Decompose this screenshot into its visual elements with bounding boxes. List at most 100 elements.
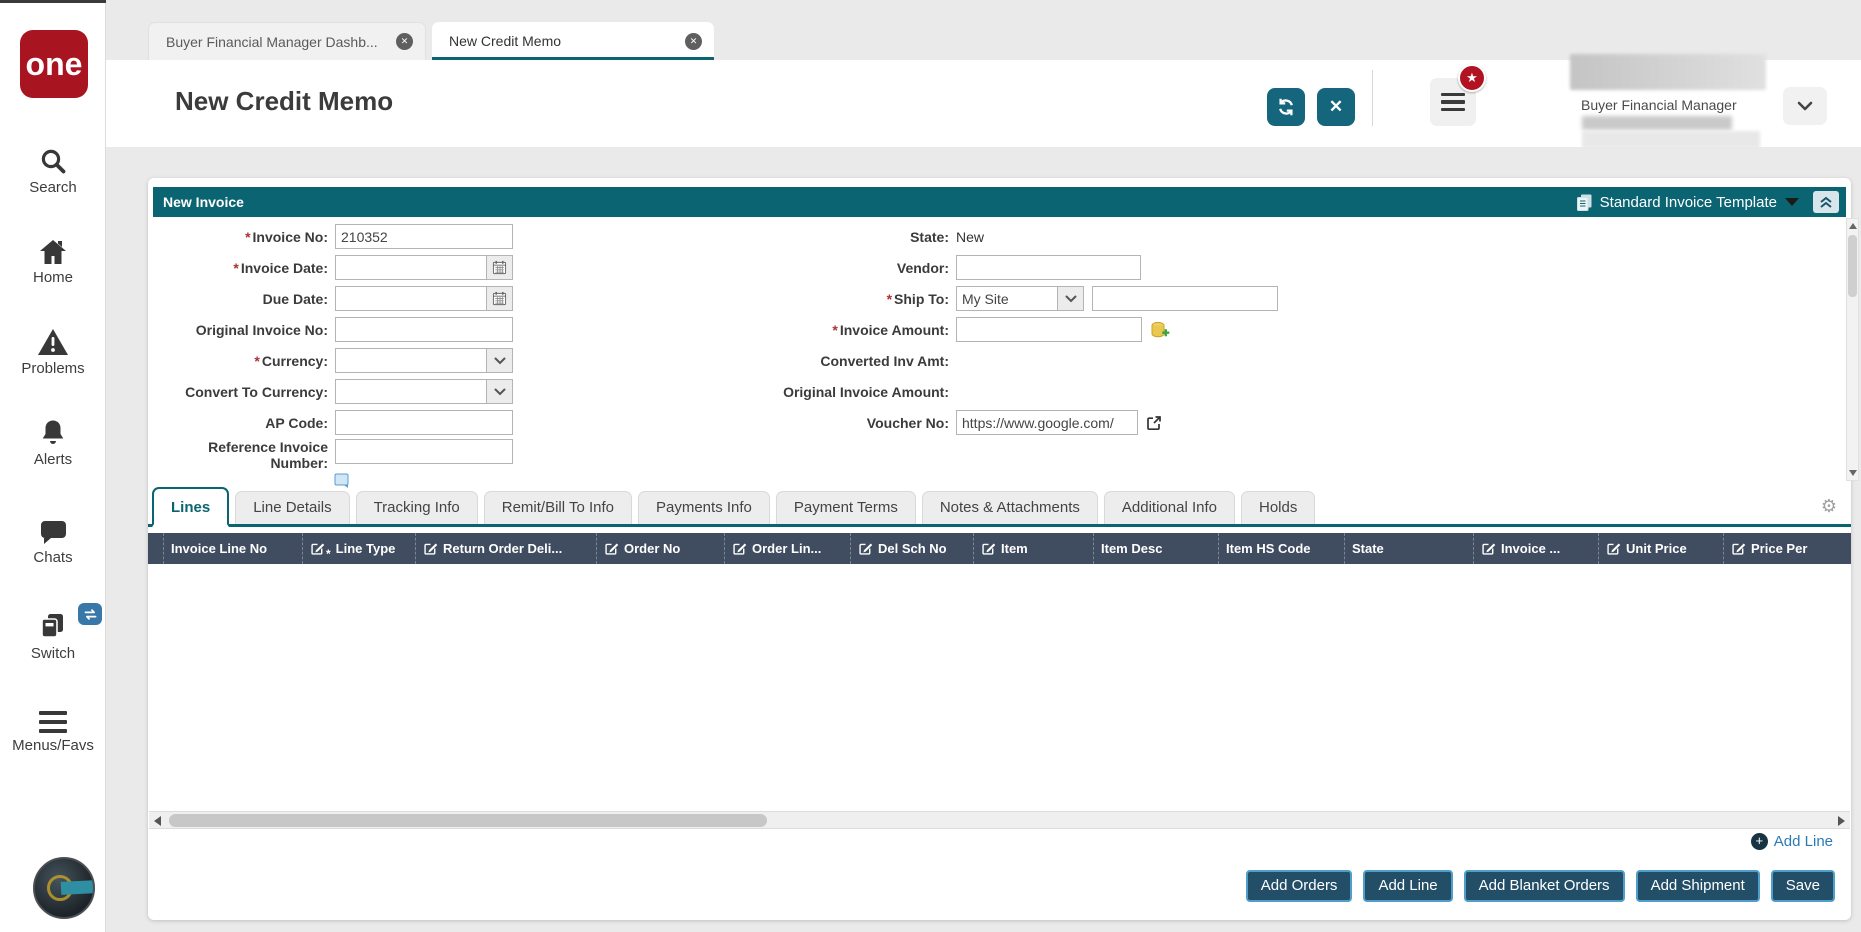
external-link-icon[interactable] [1146,415,1162,431]
close-page-button[interactable]: ✕ [1317,88,1355,126]
col-item-desc[interactable]: Item Desc [1093,533,1218,564]
lines-table-header: Invoice Line No * Line Type Return Order… [148,533,1851,564]
invoice-amount-field: * Invoice Amount: [710,317,1170,342]
scroll-left-arrow-icon[interactable] [154,816,161,826]
favorite-star-badge[interactable]: ★ [1458,64,1486,92]
chevron-down-icon[interactable] [487,348,513,373]
scroll-right-arrow-icon[interactable] [1838,816,1845,826]
ship-to-select[interactable] [956,286,1058,311]
sidebar-item-alerts[interactable]: Alerts [0,418,106,468]
col-price-per[interactable]: Price Per [1723,533,1851,564]
user-menu-dropdown[interactable] [1783,87,1827,125]
horizontal-scrollbar[interactable] [149,811,1850,829]
sidebar-item-home[interactable]: Home [0,238,106,286]
edit-icon [859,543,873,555]
user-avatar[interactable] [33,857,95,919]
vertical-scrollbar[interactable] [1846,218,1859,481]
calendar-icon[interactable] [487,286,513,311]
edit-icon [1482,543,1496,555]
ap-code-input[interactable] [335,410,513,435]
add-blanket-orders-button[interactable]: Add Blanket Orders [1463,870,1625,902]
tab-notes-attachments[interactable]: Notes & Attachments [921,491,1098,524]
chevron-down-icon[interactable] [1058,286,1084,311]
col-return-order-delivery[interactable]: Return Order Deli... [415,533,596,564]
sidebar-item-problems[interactable]: Problems [0,328,106,377]
add-shipment-button[interactable]: Add Shipment [1635,870,1760,902]
tab-remit-bill-to-info[interactable]: Remit/Bill To Info [483,491,632,524]
tab-lines[interactable]: Lines [152,487,230,527]
col-unit-price[interactable]: Unit Price [1598,533,1723,564]
col-del-sch-no[interactable]: Del Sch No [850,533,973,564]
invoice-amount-input[interactable] [956,317,1142,342]
scroll-down-arrow-icon[interactable] [1849,470,1857,476]
plus-icon: + [1750,833,1768,850]
tab-payments-info[interactable]: Payments Info [638,491,770,524]
close-icon[interactable]: ✕ [685,32,702,50]
vendor-field: Vendor: [710,255,1141,280]
col-line-type[interactable]: * Line Type [302,533,415,564]
due-date-field: Due Date: [154,286,513,311]
state-value: New [956,228,985,245]
redacted-user-text [1582,116,1732,130]
chevron-down-icon[interactable] [487,379,513,404]
gear-icon[interactable]: ⚙ [1821,496,1837,517]
reference-invoice-number-input[interactable] [335,439,513,464]
col-invoice[interactable]: Invoice ... [1473,533,1598,564]
tab-additional-info[interactable]: Additional Info [1103,491,1235,524]
tab-line-details[interactable]: Line Details [235,491,350,524]
warning-icon [38,329,68,355]
switch-badge-icon[interactable] [78,603,102,625]
ship-to-field: * Ship To: [710,286,1278,311]
scroll-up-arrow-icon[interactable] [1848,223,1857,229]
col-state[interactable]: State [1344,533,1473,564]
tab-buyer-financial-manager-dashboard[interactable]: Buyer Financial Manager Dashb... ✕ [148,22,426,60]
add-line-link[interactable]: + Add Line [1750,833,1833,850]
original-invoice-no-input[interactable] [335,317,513,342]
sidebar-item-chats[interactable]: Chats [0,518,106,566]
collapse-panel-button[interactable] [1813,191,1839,213]
scrollbar-thumb[interactable] [1848,235,1857,297]
edit-icon [733,543,747,555]
app-logo[interactable]: one [20,30,88,98]
tab-payment-terms[interactable]: Payment Terms [775,491,916,524]
save-button[interactable]: Save [1770,870,1835,902]
invoice-no-field: * Invoice No: [154,224,513,249]
detail-tabs: Lines Line Details Tracking Info Remit/B… [148,487,1851,527]
col-order-line[interactable]: Order Lin... [724,533,850,564]
add-orders-button[interactable]: Add Orders [1245,870,1353,902]
add-line-button[interactable]: Add Line [1363,870,1453,902]
col-invoice-line-no[interactable]: Invoice Line No [163,533,302,564]
footer-actions: Add Orders Add Line Add Blanket Orders A… [1245,870,1835,902]
convert-to-currency-input[interactable] [335,379,487,404]
sidebar-item-search[interactable]: Search [0,146,106,196]
close-icon[interactable]: ✕ [396,33,413,50]
sidebar-item-menus-favs[interactable]: Menus/Favs [0,710,106,754]
redacted-org-logo [1570,54,1766,90]
tab-tracking-info[interactable]: Tracking Info [355,491,478,524]
due-date-input[interactable] [335,286,487,311]
col-item-hs-code[interactable]: Item HS Code [1218,533,1344,564]
refresh-button[interactable] [1267,88,1305,126]
sidebar-item-switch[interactable]: Switch [0,603,106,662]
user-role-label: Buyer Financial Manager [1581,97,1737,113]
chevron-down-icon [1797,101,1813,111]
template-selector[interactable]: Standard Invoice Template [1600,194,1777,211]
ship-to-site-input[interactable] [1092,286,1278,311]
calendar-icon[interactable] [487,255,513,280]
col-item[interactable]: Item [973,533,1093,564]
currency-input[interactable] [335,348,487,373]
scrollbar-thumb[interactable] [169,814,767,827]
add-currency-icon[interactable] [1150,320,1170,340]
original-invoice-no-field: Original Invoice No: [154,317,513,342]
tab-holds[interactable]: Holds [1240,491,1316,524]
vendor-input[interactable] [956,255,1141,280]
voucher-no-input[interactable] [956,410,1138,435]
original-invoice-amount-field: Original Invoice Amount: [783,383,949,400]
hamburger-icon [39,711,67,733]
template-dropdown-icon[interactable] [1785,198,1799,206]
col-order-no[interactable]: Order No [596,533,724,564]
invoice-date-input[interactable] [335,255,487,280]
invoice-no-input[interactable] [335,224,513,249]
tab-new-credit-memo[interactable]: New Credit Memo ✕ [432,22,714,60]
converted-inv-amt-field: Converted Inv Amt: [820,352,949,369]
